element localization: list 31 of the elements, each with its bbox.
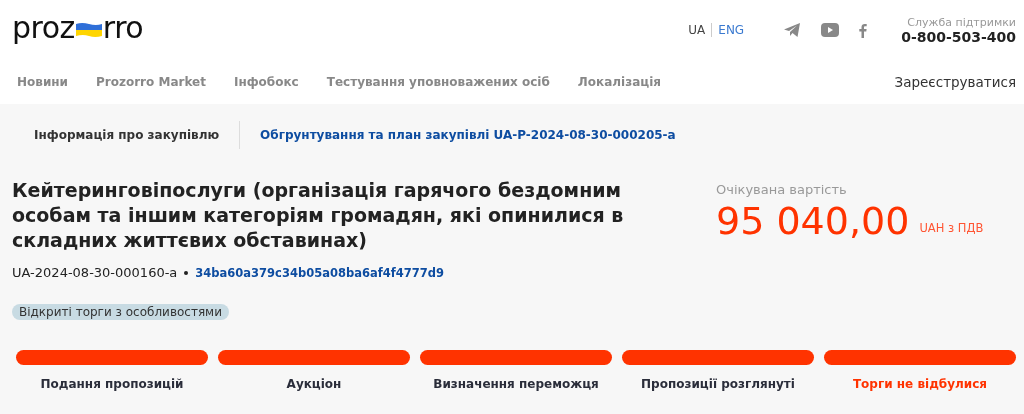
logo-text[interactable]: proz xyxy=(12,9,75,45)
tender-title: Кейтеринговіпослуги (організація гарячого бездомним особам та іншим категоріям громадян, які опинилися в складних життєвих обставинах) xyxy=(12,178,625,253)
procedure-tag: Відкриті торги з особливостями xyxy=(12,304,229,320)
currency: UAH з ПДВ xyxy=(919,221,984,235)
nav-link[interactable]: Prozorro Market xyxy=(96,75,206,89)
language-link[interactable]: UA xyxy=(688,23,706,37)
support-label: Служба підтримки xyxy=(906,15,1016,29)
tab[interactable]: Обгрунтування та план закупівлі UA-P-2024-08-30-000205-a xyxy=(260,128,676,142)
register-link[interactable]: Зареєструватися xyxy=(894,74,1016,90)
value-label: Очікувана вартість xyxy=(716,182,848,197)
logo-text[interactable]: rro xyxy=(102,9,144,45)
facebook-icon[interactable] xyxy=(859,22,868,38)
bullet-icon xyxy=(184,270,189,275)
nav-link[interactable]: Тестування уповноважених осіб xyxy=(326,75,550,89)
stage-label: Подання пропозицій xyxy=(40,377,184,391)
tab[interactable]: Інформація про закупівлю xyxy=(34,128,220,142)
tender-id: UA-2024-08-30-000160-a xyxy=(12,265,178,280)
support-phone[interactable]: 0-800-503-400 xyxy=(901,28,1016,45)
stage-label: Торги не відбулися xyxy=(852,377,988,391)
flag-icon xyxy=(75,23,102,37)
amount: 95 040,00 xyxy=(716,199,910,243)
nav-link[interactable]: Новини xyxy=(17,75,68,89)
youtube-icon[interactable] xyxy=(821,23,840,37)
language-link[interactable]: ENG xyxy=(718,23,745,37)
hash-link[interactable]: 34ba60a379c34b05a08ba6af4f4777d9 xyxy=(195,265,444,280)
nav-link[interactable]: Інфобокс xyxy=(233,75,299,89)
nav-link[interactable]: Локалізація xyxy=(577,75,661,89)
stage-label: Аукціон xyxy=(286,377,342,391)
telegram-icon[interactable] xyxy=(784,23,802,37)
stage-label: Пропозиції розглянуті xyxy=(641,377,795,391)
stage-label: Визначення переможця xyxy=(433,377,599,391)
